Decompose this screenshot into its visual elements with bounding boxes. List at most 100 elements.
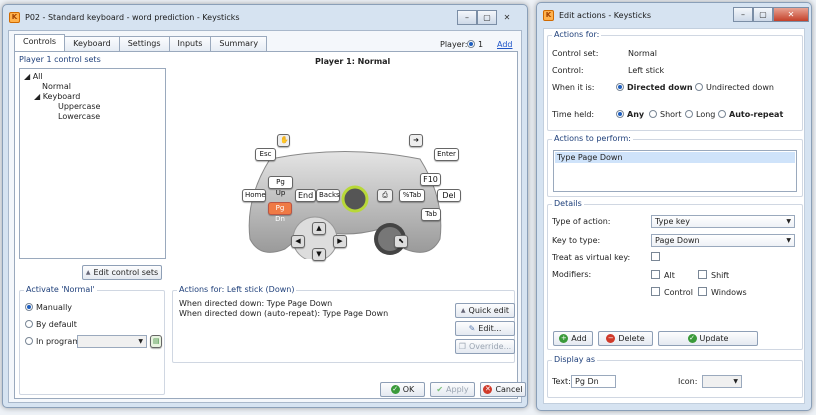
player-selector[interactable]: 1 [467,40,483,49]
tree-item-normal[interactable]: Normal [42,82,71,91]
tab-keyboard[interactable]: Keyboard [64,36,120,51]
ok-button[interactable]: ✓ OK [380,382,425,397]
add-player-link[interactable]: Add [497,40,513,49]
close-button[interactable]: ✕ [497,10,517,25]
key-backs[interactable]: Backs [316,189,340,202]
in-program-option[interactable]: In program: [25,337,83,346]
any-option[interactable]: Any [616,110,644,119]
key-back-button[interactable]: ⎙ [377,189,393,202]
manually-radio[interactable] [25,303,33,311]
windows-checkbox[interactable]: Windows [698,287,747,297]
edit-button[interactable]: ✎ Edit... [455,321,515,336]
windows-check[interactable] [698,287,707,296]
cancel-button[interactable]: ✕ Cancel [480,382,526,397]
program-select[interactable]: ▼ [77,335,147,348]
edit-close-button[interactable]: ✕ [773,7,809,22]
key-del[interactable]: Del [437,189,461,202]
key-pctab[interactable]: %Tab [399,189,425,202]
keysticks-app-icon: K [543,9,554,21]
minimize-button[interactable]: – [457,10,477,25]
dpad-right[interactable]: ▶ [333,235,347,248]
browse-program-button[interactable]: ▤ [150,335,162,348]
long-option[interactable]: Long [685,110,715,119]
details-group: Details Type of action: Type key ▼ Key to… [547,199,803,350]
auto-repeat-radio[interactable] [718,110,726,118]
in-program-radio[interactable] [25,337,33,345]
maximize-button[interactable]: ▢ [477,10,497,25]
tree-item-uppercase[interactable]: Uppercase [58,102,100,111]
key-end[interactable]: End [295,189,316,202]
tree-item-lowercase[interactable]: Lowercase [58,112,100,121]
type-of-action-label: Type of action: [552,217,611,226]
right-stick[interactable]: ⬉ [394,235,408,248]
control-sets-tree[interactable]: ◢ All Normal ◢ Keyboard Uppercase Lowerc… [19,68,166,259]
directed-down-radio[interactable] [616,83,624,91]
tree-item-keyboard[interactable]: ◢ Keyboard [34,92,80,101]
display-text-input[interactable]: Pg Dn [571,375,616,388]
key-f10[interactable]: F10 [420,173,441,186]
any-radio[interactable] [616,110,624,118]
dpad-down[interactable]: ▼ [312,248,326,261]
tree-item-all[interactable]: ◢ All [24,72,43,81]
virtual-key-check[interactable] [651,252,660,261]
tab-inputs[interactable]: Inputs [168,36,212,51]
manually-option[interactable]: Manually [25,303,72,312]
directed-down-option[interactable]: Directed down [616,83,693,92]
key-tab[interactable]: Tab [421,208,441,221]
quick-edit-button[interactable]: ▲ Quick edit [455,303,515,318]
key-enter[interactable]: Enter [434,148,459,161]
tab-settings[interactable]: Settings [118,36,170,51]
main-tabs: Controls Keyboard Settings Inputs Summar… [14,34,268,51]
edit-actions-window: K Edit actions - Keysticks – ▢ ✕ Actions… [536,2,812,411]
undirected-down-option[interactable]: Undirected down [695,83,774,92]
keysticks-app-icon: K [9,11,20,23]
short-radio[interactable] [649,110,657,118]
dpad-up[interactable]: ▲ [312,222,326,235]
collapse-arrow-icon: ▲ [85,269,91,276]
control-check[interactable] [651,287,660,296]
update-button[interactable]: ✓ Update [658,331,758,346]
control-checkbox[interactable]: Control [651,287,693,297]
dpad-left[interactable]: ◀ [291,235,305,248]
long-radio[interactable] [685,110,693,118]
control-label: Control: [552,66,584,75]
add-button[interactable]: + Add [553,331,593,346]
apply-button[interactable]: ✔ Apply [430,382,475,397]
virtual-key-checkbox[interactable] [651,252,664,262]
rb-button[interactable]: ➜ [409,134,423,147]
caption-buttons: – ▢ ✕ [457,10,517,25]
tab-summary[interactable]: Summary [210,36,268,51]
key-pgdn[interactable]: Pg Dn [268,202,292,223]
delete-button[interactable]: − Delete [598,331,653,346]
actions-list[interactable]: Type Page Down [553,150,797,192]
key-to-type-select[interactable]: Page Down ▼ [651,234,795,247]
type-of-action-select[interactable]: Type key ▼ [651,215,795,228]
key-esc[interactable]: Esc [255,148,276,161]
key-home[interactable]: Home [242,189,266,202]
tab-controls[interactable]: Controls [14,34,66,51]
edit-control-sets-button[interactable]: ▲ Edit control sets [82,265,162,280]
shift-check[interactable] [698,270,707,279]
action-list-item[interactable]: Type Page Down [555,152,795,163]
edit-body: Actions for: Control set: Normal Control… [543,28,805,404]
chevron-down-icon: ▼ [786,218,791,225]
when-it-is-label: When it is: [552,83,595,92]
alt-checkbox[interactable]: Alt [651,270,675,280]
arrow-icon: ➜ [413,136,419,144]
key-pgup[interactable]: Pg Up [268,176,293,197]
undirected-down-radio[interactable] [695,83,703,91]
short-option[interactable]: Short [649,110,681,119]
override-button[interactable]: ❐ Override... [455,339,515,354]
edit-minimize-button[interactable]: – [733,7,753,22]
shift-checkbox[interactable]: Shift [698,270,729,280]
lb-button[interactable]: ✋ [277,134,290,147]
player-radio[interactable] [467,40,475,48]
auto-repeat-option[interactable]: Auto-repeat [718,110,783,119]
alt-check[interactable] [651,270,660,279]
display-icon-select[interactable]: ▼ [702,375,742,388]
by-default-radio[interactable] [25,320,33,328]
player-value: 1 [478,40,484,49]
edit-maximize-button[interactable]: ▢ [753,7,773,22]
chevron-down-icon: ▼ [733,378,738,385]
by-default-option[interactable]: By default [25,320,77,329]
